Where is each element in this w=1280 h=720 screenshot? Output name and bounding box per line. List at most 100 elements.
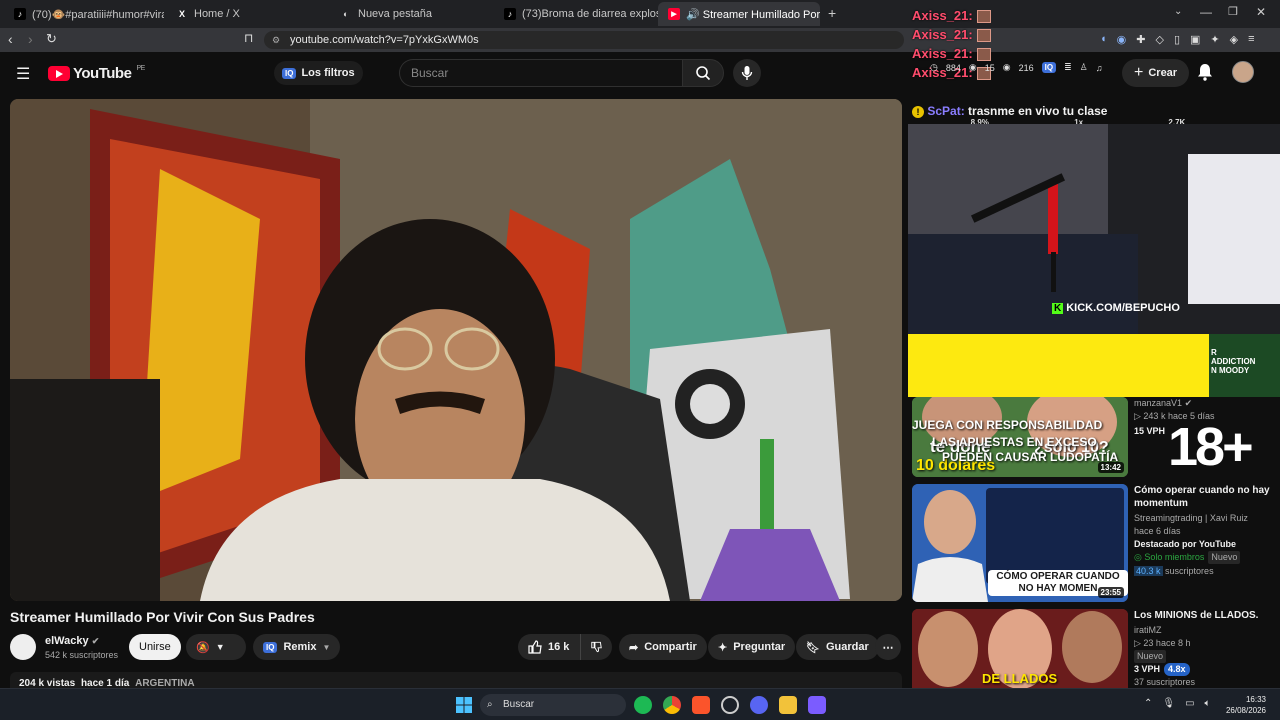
video-frame (10, 99, 902, 601)
app-grid-icon[interactable] (808, 696, 826, 714)
emote-icon (976, 9, 991, 23)
brave-icon[interactable] (692, 696, 710, 714)
extension-stats-bar: ◷ 884 ◉ 15 ◉ 216 IQ ≣ ♙ ♫ (930, 62, 1102, 73)
share-icon: ➦ (629, 641, 639, 654)
recommendation-channel[interactable]: Streamingtrading | Xavi Ruiz (1134, 512, 1274, 525)
extension-icon[interactable]: ◉ (1117, 33, 1127, 46)
chat-line: Axiss_21: (912, 27, 991, 43)
recommendation-title[interactable]: Cómo operar cuando no hay momentum (1134, 484, 1274, 510)
kick-url-text: KICK.COM/BEPUCHO (1066, 302, 1180, 314)
dislike-button[interactable] (580, 634, 612, 660)
save-button[interactable]: 🔖︎ Guardar (796, 634, 879, 660)
new-badge: Nuevo (1134, 650, 1167, 663)
voice-search-button[interactable] (733, 59, 761, 87)
windows-start-icon[interactable] (455, 696, 473, 714)
sparkle-icon: ✦ (718, 641, 728, 654)
recommendation-thumbnail[interactable]: DE LLADOS (912, 609, 1128, 688)
chevron-down-icon: ▼ (322, 642, 331, 652)
network-icon[interactable]: ▭ (1185, 698, 1194, 709)
forward-icon[interactable]: › (28, 31, 33, 47)
duration-badge: 13:42 (1097, 462, 1124, 473)
create-button[interactable]: + Crear (1122, 59, 1190, 87)
sidebar-icon[interactable]: ▯ (1174, 33, 1180, 46)
search-input[interactable]: Buscar (399, 59, 682, 87)
channel-avatar[interactable] (10, 634, 36, 660)
tab-tiktok-1[interactable]: ♪ (70)🐵#paratiiii#humor#viraltiktok (4, 2, 164, 26)
kick-stream-overlay: K KICK.COM/BEPUCHO (908, 124, 1280, 334)
thumbnail-text: ¿solo 10? (1034, 439, 1109, 456)
tab-search-chevron-icon[interactable]: ⌄ (1174, 6, 1182, 17)
extension-icon[interactable]: ◇ (1155, 33, 1163, 46)
url-field[interactable]: ⚙ youtube.com/watch?v=7pYxkGxWM0s (264, 31, 904, 49)
tab-label: (70)🐵#paratiiii#humor#viraltiktok (32, 8, 164, 21)
restore-icon[interactable]: ❐ (1228, 5, 1238, 18)
hamburger-menu-icon[interactable]: ☰ (16, 64, 30, 84)
leo-icon[interactable]: ✦ (1210, 33, 1219, 46)
yellow-overlay-block (908, 334, 1209, 397)
list-icon: ≣ (1064, 62, 1072, 72)
tab-label: Home / X (194, 8, 240, 20)
ask-button[interactable]: ✦ Preguntar (708, 634, 796, 660)
filters-button[interactable]: IQ Los filtros (274, 61, 363, 85)
steam-icon[interactable] (721, 696, 739, 714)
puzzle-icon[interactable]: ✚ (1136, 33, 1145, 46)
chat-user: Axiss_21: (912, 8, 973, 23)
tab-new-tab[interactable]: ◐ Nueva pestaña (330, 2, 494, 26)
chrome-icon[interactable] (663, 696, 681, 714)
recommendation-channel[interactable]: manzanaV1 ✔ (1134, 397, 1274, 410)
menu-icon[interactable]: ≡ (1248, 33, 1254, 46)
microphone-icon[interactable]: 🎙︎ (1162, 698, 1175, 709)
recommendation-meta: ▷ 23 hace 8 h (1134, 638, 1191, 648)
new-tab-icon[interactable]: + (828, 5, 836, 21)
tab-tiktok-2[interactable]: ♪ (73)Broma de diarrea explosiva al cor (494, 2, 658, 26)
channel-name[interactable]: elWacky ✔ (45, 635, 99, 647)
extension-icon[interactable]: ◖ (1100, 33, 1107, 46)
more-icon: ⋯ (882, 641, 894, 654)
remix-button[interactable]: IQ Remix ▼ (253, 634, 341, 660)
logo-text: YouTube (73, 65, 132, 82)
shield-icon[interactable]: ◈ (1230, 33, 1238, 46)
youtube-favicon-icon: ▶ (668, 8, 680, 20)
minimize-icon[interactable]: — (1200, 5, 1212, 19)
tab-label: 🔊 Streamer Humillado Por Vivir (686, 8, 820, 21)
close-window-icon[interactable]: ✕ (1256, 5, 1266, 19)
recommendation-thumbnail[interactable]: CÓMO OPERAR CUANDO NO HAY MOMEN 23:55 (912, 484, 1128, 602)
recommendation-item[interactable]: CÓMO OPERAR CUANDO NO HAY MOMEN 23:55 Có… (912, 484, 1270, 604)
like-button[interactable]: 16 k (518, 634, 580, 660)
badge-row: ◎ Solo miembros Nuevo (1134, 551, 1274, 564)
bookmark-icon[interactable]: ⊓ (244, 31, 253, 45)
logo-country: PE (136, 65, 145, 72)
share-button[interactable]: ➦ Compartir (619, 634, 707, 660)
reload-icon[interactable]: ↻ (46, 31, 57, 47)
recommendation-thumbnail[interactable]: te doné 10 dolares ¿solo 10? 13:42 (912, 397, 1128, 477)
search-button[interactable] (682, 59, 724, 87)
site-info-icon[interactable]: ⚙ (272, 31, 280, 49)
recommendation-meta: hace 6 días (1134, 526, 1181, 536)
save-label: Guardar (825, 641, 869, 653)
file-explorer-icon[interactable] (779, 696, 797, 714)
recommendation-item[interactable]: te doné 10 dolares ¿solo 10? 13:42 manza… (912, 397, 1268, 479)
featured-label: Destacado por YouTube (1134, 539, 1237, 549)
taskbar-clock[interactable]: 16:33 26/08/2026 (1226, 694, 1266, 716)
join-button[interactable]: Unirse (129, 634, 181, 660)
recommendation-channel[interactable]: iratiMZ (1134, 624, 1268, 637)
tab-youtube-active[interactable]: ▶ 🔊 Streamer Humillado Por Vivir ✕ (658, 2, 820, 26)
notifications-icon[interactable] (1197, 63, 1213, 86)
recommendation-item[interactable]: DE LLADOS Los MINIONS de LLADOS. iratiMZ… (912, 609, 1268, 688)
back-icon[interactable]: ‹ (8, 31, 13, 47)
chevron-up-icon[interactable]: ⌃ (1144, 698, 1152, 709)
wallet-icon[interactable]: ▣ (1190, 33, 1200, 46)
verified-icon: ✔ (91, 636, 100, 646)
tab-x-home[interactable]: X Home / X (166, 2, 330, 26)
volume-icon[interactable]: 🔈︎ (1205, 698, 1211, 709)
video-player[interactable] (10, 99, 902, 601)
avatar[interactable] (1232, 61, 1254, 83)
recommendation-title[interactable]: Los MINIONS de LLADOS. (1134, 609, 1268, 622)
taskbar-search[interactable]: ⌕ Buscar (480, 694, 626, 716)
discord-icon[interactable] (750, 696, 768, 714)
spotify-icon[interactable] (634, 696, 652, 714)
youtube-logo[interactable]: YouTube PE (48, 65, 145, 82)
more-actions-button[interactable]: ⋯ (875, 634, 901, 660)
subscription-bell-button[interactable]: 🔕 ▼ (186, 634, 246, 660)
plus-icon: + (1134, 64, 1144, 81)
